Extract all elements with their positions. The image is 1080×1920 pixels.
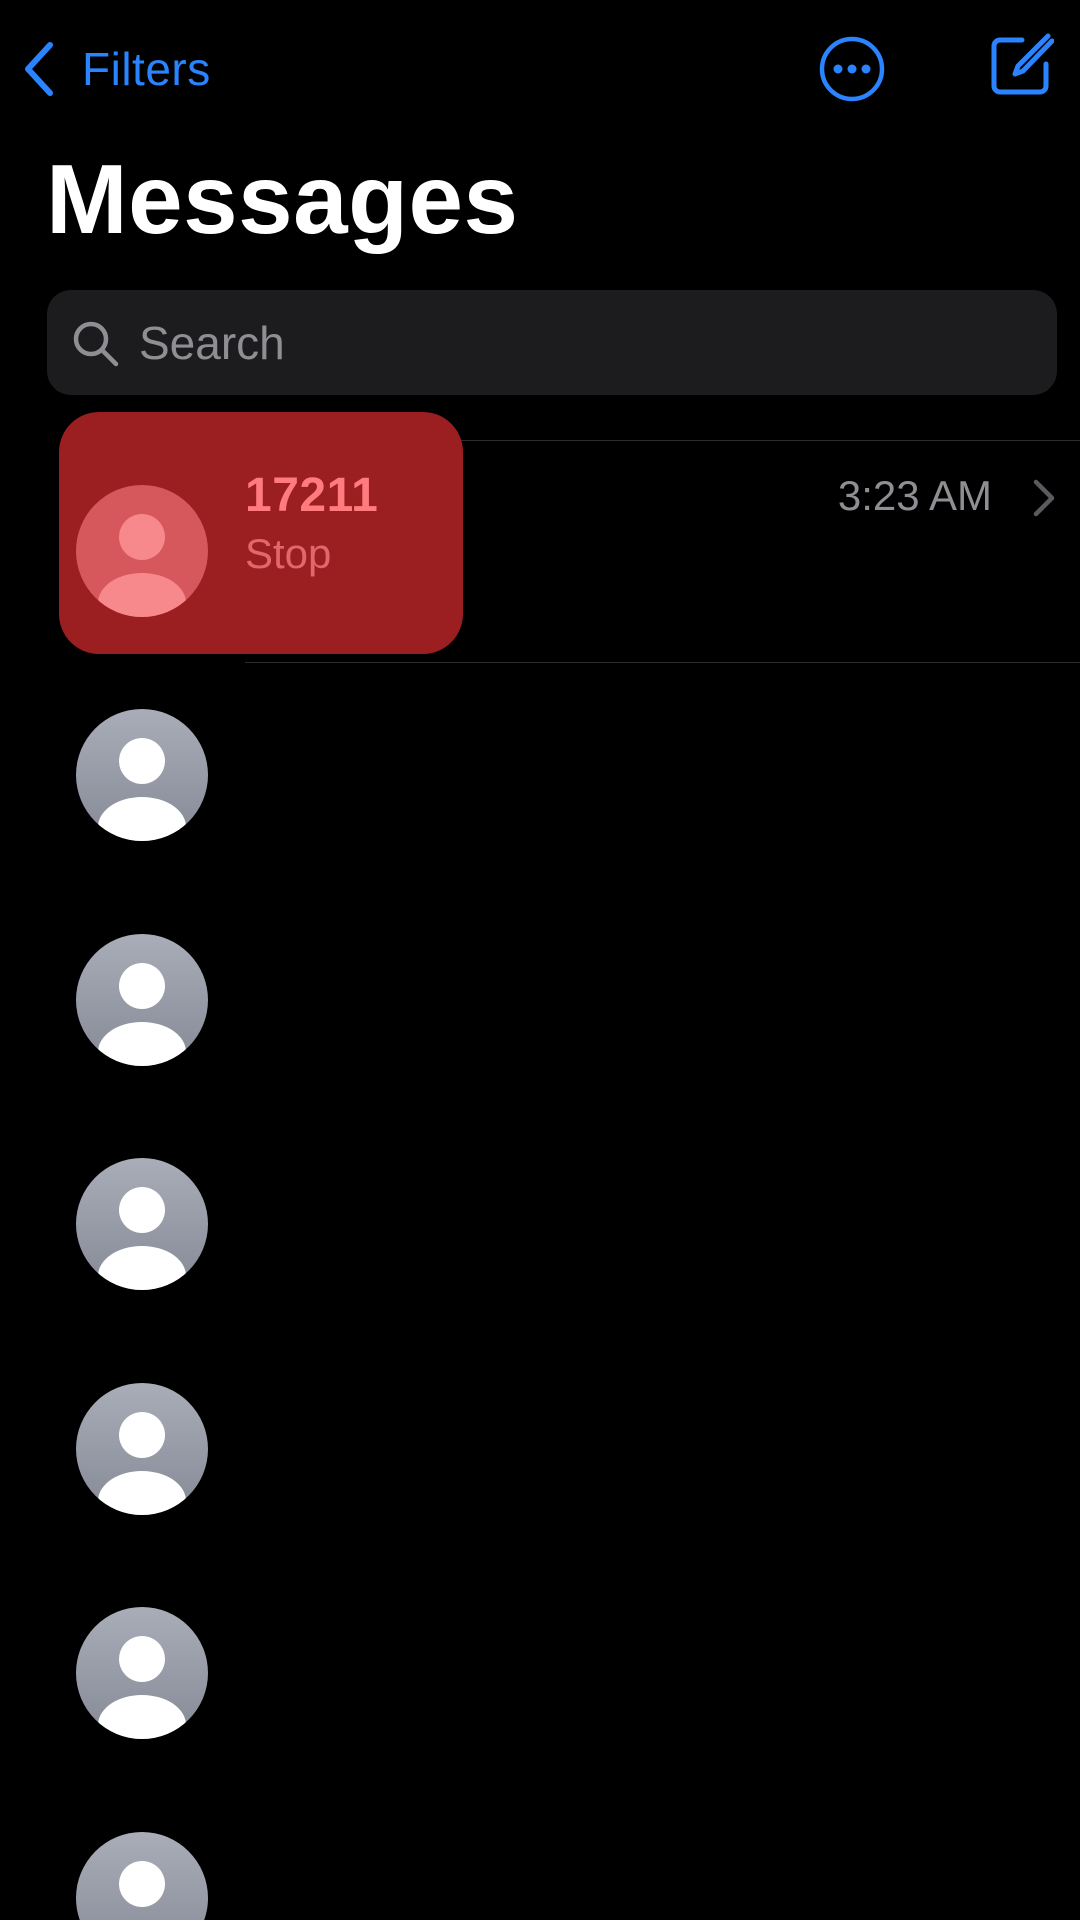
person-icon bbox=[119, 1861, 165, 1907]
person-icon bbox=[98, 963, 186, 1066]
back-button-label: Filters bbox=[82, 43, 211, 95]
person-icon bbox=[98, 1187, 186, 1290]
avatar-placeholder bbox=[76, 1158, 208, 1290]
messages-screen: Filters Messages Search 17211 Stop 3:23 … bbox=[0, 0, 1080, 1920]
search-bar[interactable] bbox=[47, 290, 1057, 395]
ellipsis-circle-icon bbox=[819, 36, 885, 102]
more-options-button[interactable] bbox=[818, 35, 886, 103]
conversation-timestamp: 3:23 AM bbox=[837, 472, 992, 519]
avatar-placeholder bbox=[76, 1607, 208, 1739]
search-input[interactable] bbox=[139, 302, 1057, 383]
chevron-left-icon bbox=[25, 42, 53, 96]
search-icon bbox=[73, 321, 119, 366]
avatar-placeholder bbox=[76, 1832, 208, 1920]
conversation-sender: 17211 bbox=[245, 469, 379, 522]
person-icon bbox=[98, 1636, 186, 1739]
chevron-right-icon bbox=[1033, 479, 1055, 517]
list-divider-bottom bbox=[245, 662, 1080, 663]
person-icon bbox=[98, 514, 186, 617]
avatar-placeholder bbox=[76, 709, 208, 841]
page-title: Messages bbox=[46, 144, 519, 254]
compose-icon bbox=[991, 33, 1055, 95]
avatar-placeholder bbox=[76, 934, 208, 1066]
person-icon bbox=[98, 738, 186, 841]
compose-button[interactable] bbox=[988, 32, 1055, 98]
avatar bbox=[76, 485, 208, 617]
conversation-preview: Stop bbox=[245, 530, 332, 577]
avatar-placeholder bbox=[76, 1383, 208, 1515]
back-button[interactable]: Filters bbox=[22, 34, 211, 104]
person-icon bbox=[98, 1412, 186, 1515]
